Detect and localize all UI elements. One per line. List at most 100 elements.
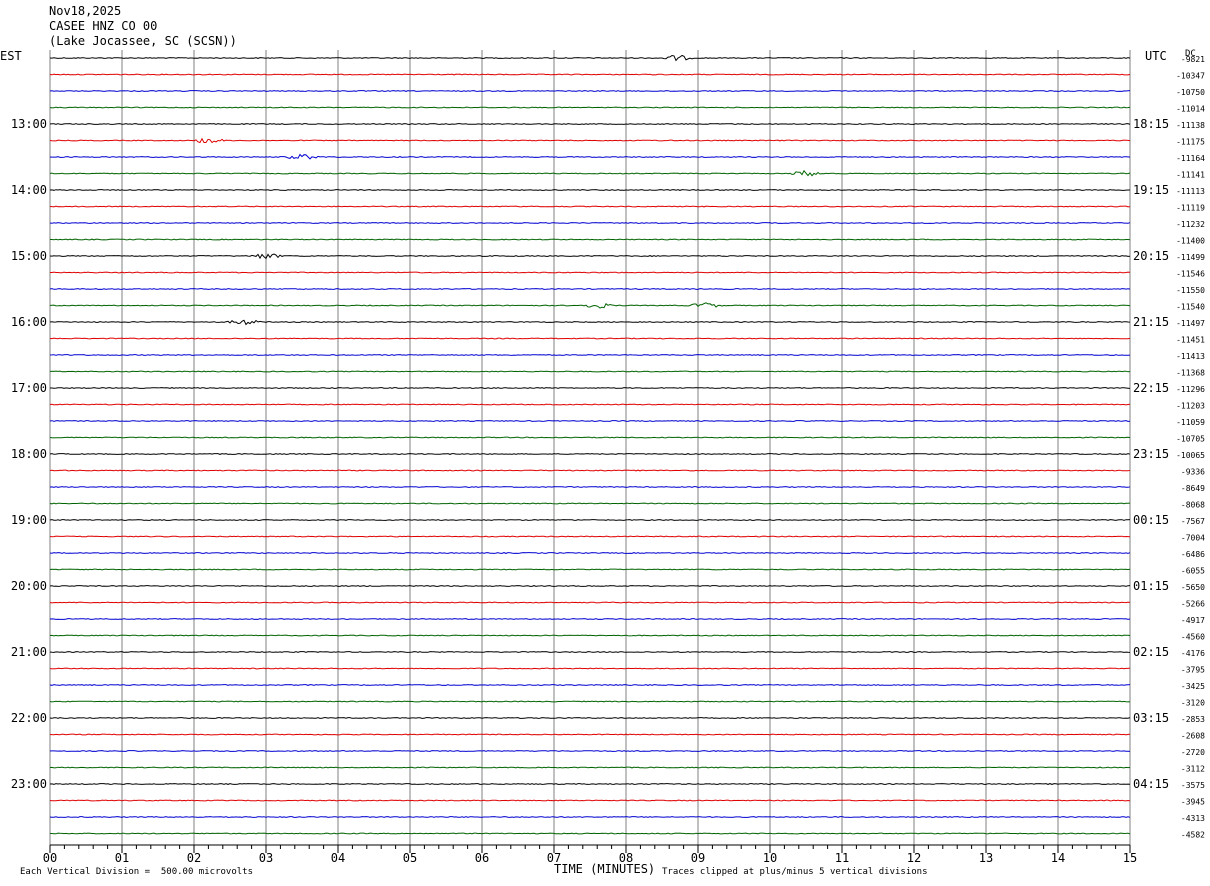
seismic-trace [49,90,1131,92]
seismic-trace [49,750,1131,752]
est-hour-label: 18:00 [11,447,47,461]
seismic-trace [49,651,1131,653]
dc-offset-label: -11400 [1176,237,1205,246]
seismic-trace [49,552,1131,554]
seismic-trace [49,469,1131,472]
dc-offset-label: -4917 [1181,616,1205,625]
est-hour-label: 21:00 [11,645,47,659]
seismic-trace [50,271,1131,274]
dc-offset-label: -11368 [1176,369,1205,378]
dc-offset-label: -7004 [1181,534,1205,543]
utc-hour-label: 18:15 [1133,117,1169,131]
x-axis-title: TIME (MINUTES) [554,862,656,876]
dc-offset-label: -4560 [1181,633,1205,642]
dc-offset-label: -10705 [1176,435,1205,444]
seismic-trace [49,733,1131,736]
est-hour-label: 17:00 [11,381,47,395]
dc-offset-label: -11540 [1176,303,1205,312]
utc-hour-label: 01:15 [1133,579,1169,593]
dc-offset-label: -8649 [1181,484,1205,493]
seismic-trace [49,137,1131,144]
utc-hour-label: 20:15 [1133,249,1169,263]
dc-offset-label: -11175 [1176,138,1205,147]
seismic-trace [49,601,1131,604]
dc-offset-label: -6486 [1181,550,1205,559]
seismic-trace [49,799,1131,802]
utc-hour-label: 22:15 [1133,381,1169,395]
seismic-trace [49,153,1131,160]
seismic-trace [49,420,1131,422]
dc-offset-label: -11413 [1176,352,1205,361]
x-tick-label: 11 [835,851,849,865]
est-hour-label: 23:00 [11,777,47,791]
seismic-trace [49,253,1131,260]
dc-offset-label: -8068 [1181,501,1205,510]
dc-offset-label: -3795 [1181,666,1205,675]
x-tick-label: 10 [763,851,777,865]
x-tick-label: 12 [907,851,921,865]
seismic-trace [49,700,1131,703]
dc-offset-label: -4176 [1181,649,1205,658]
dc-offset-label: -3120 [1181,699,1205,708]
dc-offset-label: -3425 [1181,682,1205,691]
seismic-trace [49,585,1131,587]
seismic-trace [49,403,1131,406]
x-tick-label: 04 [331,851,345,865]
seismic-trace [50,238,1131,241]
seismic-trace [49,337,1131,340]
seismic-trace [49,816,1131,818]
dc-offset-label: -2853 [1181,715,1205,724]
x-tick-label: 06 [475,851,489,865]
dc-offset-label: -3112 [1181,765,1205,774]
dc-offset-label: -11059 [1176,418,1205,427]
dc-offset-label: -11546 [1176,270,1205,279]
x-tick-label: 02 [187,851,201,865]
dc-offset-label: -4582 [1181,831,1205,840]
seismic-trace [49,783,1131,785]
seismic-trace [50,832,1131,835]
dc-offset-label: -11550 [1176,286,1205,295]
dc-offset-label: -11164 [1176,154,1205,163]
seismic-trace [49,519,1131,521]
x-tick-label: 01 [115,851,129,865]
dc-offset-label: -4313 [1181,814,1205,823]
est-hour-label: 15:00 [11,249,47,263]
x-tick-label: 03 [259,851,273,865]
dc-offset-label: -11451 [1176,336,1205,345]
seismic-trace [49,222,1131,224]
seismic-trace [49,370,1131,373]
x-tick-label: 00 [43,851,57,865]
seismic-trace [49,54,1131,62]
utc-hour-label: 04:15 [1133,777,1169,791]
seismic-trace [49,319,1131,326]
utc-hour-label: 03:15 [1133,711,1169,725]
seismic-trace [49,123,1131,125]
x-tick-label: 09 [691,851,705,865]
seismic-trace [49,568,1131,571]
dc-offset-label: -3575 [1181,781,1205,790]
seismic-trace [49,453,1131,455]
dc-offset-label: -11141 [1176,171,1205,180]
dc-offset-label: -11296 [1176,385,1205,394]
seismic-trace [49,302,1131,309]
seismic-trace [49,766,1131,769]
dc-offset-label: -10750 [1176,88,1205,97]
dc-offset-label: -6055 [1181,567,1205,576]
seismic-trace [49,73,1131,76]
dc-offset-label: -10347 [1176,72,1205,81]
dc-offset-label: -11119 [1176,204,1205,213]
dc-offset-label: -3945 [1181,798,1205,807]
utc-hour-label: 23:15 [1133,447,1169,461]
x-tick-label: 13 [979,851,993,865]
seismic-trace [50,387,1131,389]
seismic-trace [49,106,1131,109]
seismic-trace [49,436,1131,439]
utc-hour-label: 19:15 [1133,183,1169,197]
dc-offset-label: -7567 [1181,517,1205,526]
dc-offset-label: -10065 [1176,451,1205,460]
dc-offset-label: -11203 [1176,402,1205,411]
est-hour-label: 13:00 [11,117,47,131]
clip-note: Traces clipped at plus/minus 5 vertical … [662,867,928,877]
x-tick-label: 15 [1123,851,1137,865]
seismic-trace [49,667,1131,670]
